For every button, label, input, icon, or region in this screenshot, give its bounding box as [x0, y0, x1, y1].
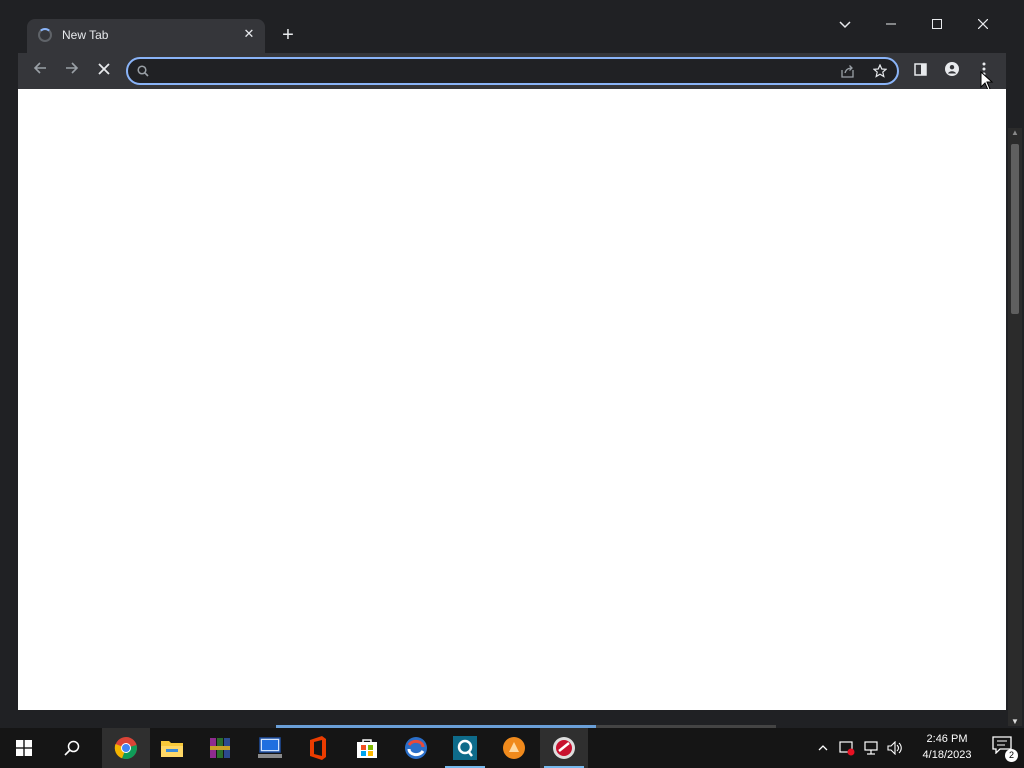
close-window-button[interactable] — [960, 11, 1006, 39]
browser-toolbar — [18, 53, 1006, 91]
background-scrollbar[interactable]: ▲ ▼ — [1008, 128, 1022, 726]
swirl-app-icon — [405, 737, 427, 759]
back-button[interactable] — [28, 59, 52, 83]
search-icon — [137, 65, 149, 77]
address-input[interactable] — [158, 62, 838, 82]
folder-icon — [161, 741, 183, 757]
clock-date: 4/18/2023 — [922, 749, 972, 761]
taskbar-search-button[interactable] — [48, 728, 96, 768]
clock-time: 2:46 PM — [926, 733, 968, 745]
taskbar-file-explorer[interactable] — [148, 728, 196, 768]
taskbar-store[interactable] — [343, 728, 391, 768]
office-icon — [310, 736, 326, 760]
tray-network-button[interactable] — [860, 728, 882, 768]
shield-warning-icon — [839, 741, 855, 756]
start-button[interactable] — [0, 728, 48, 768]
chevron-up-icon — [818, 745, 828, 751]
page-content[interactable] — [18, 89, 1006, 710]
volume-icon — [887, 741, 902, 755]
profile-button[interactable] — [940, 59, 964, 83]
scroll-up-icon[interactable]: ▲ — [1011, 128, 1019, 137]
address-bar[interactable] — [126, 57, 899, 85]
taskbar: 2:46 PM 4/18/2023 2 — [0, 728, 1024, 768]
arrow-left-icon — [33, 62, 46, 74]
chrome-icon — [114, 737, 137, 760]
taskbar-chrome[interactable] — [102, 728, 150, 768]
taskbar-winrar[interactable] — [196, 728, 244, 768]
tab-new-tab[interactable]: New Tab ✕ — [27, 19, 265, 53]
side-panel-button[interactable] — [908, 59, 932, 83]
maximize-button[interactable] — [914, 11, 960, 39]
tab-search-button[interactable] — [822, 11, 868, 39]
winrar-icon — [210, 738, 230, 758]
taskbar-swirl-app[interactable] — [392, 728, 440, 768]
taskbar-red-app[interactable] — [540, 728, 588, 768]
star-icon — [872, 63, 888, 78]
maximize-icon — [932, 19, 942, 29]
taskbar-clock[interactable]: 2:46 PM 4/18/2023 — [912, 731, 982, 765]
orange-app-icon — [503, 737, 525, 759]
stop-icon — [98, 63, 110, 75]
scroll-down-icon[interactable]: ▼ — [1011, 717, 1019, 726]
profile-icon — [945, 62, 959, 76]
red-app-icon — [553, 737, 575, 759]
chevron-down-icon — [839, 21, 851, 29]
taskbar-remote-desktop[interactable] — [246, 728, 294, 768]
arrow-right-icon — [66, 62, 79, 74]
search-icon — [64, 740, 80, 756]
browser-window: New Tab ✕ + — [18, 11, 1006, 710]
stop-loading-button[interactable] — [92, 59, 116, 83]
loading-spinner-icon — [38, 28, 52, 42]
share-icon — [841, 65, 854, 78]
tray-volume-button[interactable] — [884, 728, 906, 768]
minimize-icon — [886, 23, 896, 25]
notification-count-badge: 2 — [1005, 749, 1018, 762]
taskbar-q-app[interactable] — [441, 728, 489, 768]
computer-icon — [258, 737, 282, 758]
tray-security-icon-button[interactable] — [836, 728, 858, 768]
q-app-icon — [453, 736, 477, 760]
show-hidden-icons-button[interactable] — [812, 728, 834, 768]
tab-close-icon[interactable]: ✕ — [241, 26, 257, 42]
tab-title: New Tab — [62, 28, 109, 42]
taskbar-orange-app[interactable] — [490, 728, 538, 768]
scrollbar-thumb[interactable] — [1011, 144, 1019, 314]
share-button[interactable] — [838, 63, 858, 83]
windows-logo-icon — [16, 740, 32, 756]
minimize-button[interactable] — [868, 11, 914, 39]
bookmark-button[interactable] — [870, 63, 890, 83]
close-icon — [977, 18, 989, 30]
network-icon — [864, 741, 878, 755]
side-panel-icon — [913, 63, 927, 76]
store-icon — [357, 739, 377, 758]
mouse-cursor-icon — [980, 71, 994, 91]
action-center-button[interactable]: 2 — [992, 736, 1018, 762]
title-bar: New Tab ✕ + — [18, 11, 1006, 53]
new-tab-button[interactable]: + — [277, 24, 299, 46]
taskbar-office[interactable] — [294, 728, 342, 768]
forward-button[interactable] — [60, 59, 84, 83]
